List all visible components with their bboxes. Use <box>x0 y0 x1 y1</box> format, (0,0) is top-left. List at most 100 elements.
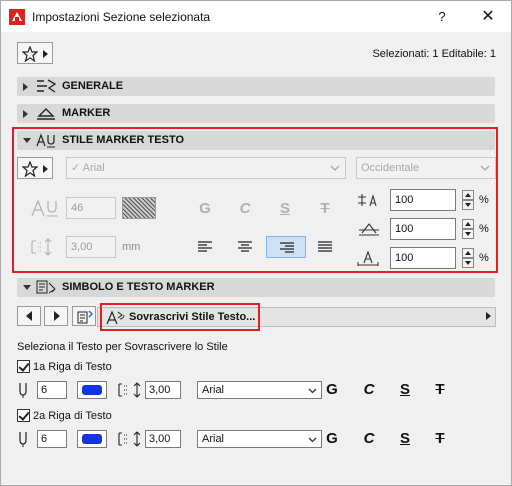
text-size-field[interactable]: 46 <box>66 197 116 219</box>
row1-spacing-field[interactable]: 3,00 <box>145 381 181 399</box>
section-symbol-marker-text[interactable]: SIMBOLO E TESTO MARKER <box>17 278 495 297</box>
symbol-text-icon <box>36 280 56 294</box>
chevron-down-icon <box>480 165 490 171</box>
section-marker-text-style[interactable]: STILE MARKER TESTO <box>17 131 495 150</box>
row1-bold-button[interactable]: G <box>322 381 342 398</box>
bold-button[interactable]: G <box>195 200 215 217</box>
line-spacing-icon <box>118 382 141 398</box>
stepper-up[interactable] <box>462 248 474 258</box>
text-style-favorites-button[interactable] <box>17 157 53 179</box>
text-list-icon <box>77 310 93 324</box>
pen-icon <box>19 383 27 398</box>
chevron-down-icon <box>308 388 317 394</box>
font-name: Arial <box>202 433 225 445</box>
row1-pen-field[interactable]: 6 <box>37 381 67 399</box>
row1-italic-button[interactable]: C <box>359 381 379 398</box>
row1-checkbox[interactable] <box>17 360 30 373</box>
row2-strikethrough-button[interactable]: T <box>430 430 450 447</box>
script-name: Occidentale <box>361 162 420 174</box>
chevron-down-icon <box>308 437 317 443</box>
window-title: Impostazioni Sezione selezionata <box>32 10 211 24</box>
align-center-icon <box>238 241 252 252</box>
text-width-icon <box>358 194 377 207</box>
help-button[interactable]: ? <box>431 7 453 27</box>
arrow-left-icon <box>26 311 32 321</box>
section-label: STILE MARKER TESTO <box>62 134 185 146</box>
selection-info: Selezionati: 1 Editabile: 1 <box>372 48 496 60</box>
row1-font-dropdown[interactable]: Arial <box>197 381 322 399</box>
row1-underline-button[interactable]: S <box>395 381 415 398</box>
stepper-up[interactable] <box>462 190 474 200</box>
text-list-button[interactable] <box>72 306 96 326</box>
row2-spacing-field[interactable]: 3,00 <box>145 430 181 448</box>
font-name: Arial <box>82 162 105 174</box>
section-label: MARKER <box>62 107 111 119</box>
strikethrough-button[interactable]: T <box>315 200 335 217</box>
align-right-button[interactable] <box>266 236 306 258</box>
favorites-arrow-icon <box>43 165 48 173</box>
stepper-up[interactable] <box>462 219 474 229</box>
expand-arrow-icon <box>23 83 28 91</box>
row2-bold-button[interactable]: G <box>322 430 342 447</box>
row2-label: 2a Riga di Testo <box>33 410 112 422</box>
spacing-unit-label: mm <box>122 241 141 253</box>
percent-label: % <box>479 194 489 206</box>
section-marker[interactable]: MARKER <box>17 104 495 123</box>
star-icon <box>22 161 38 177</box>
script-dropdown[interactable]: Occidentale <box>356 157 496 179</box>
text-size-icon <box>31 199 58 217</box>
text-pen-color-swatch[interactable] <box>122 197 156 219</box>
line-spacing-icon <box>31 238 52 256</box>
app-icon <box>9 9 25 25</box>
font-name: Arial <box>202 384 225 396</box>
text-style-icon <box>36 133 55 148</box>
spacing-percent-field[interactable]: 100 <box>390 218 456 240</box>
menu-arrow-icon <box>486 312 491 320</box>
height-stepper[interactable] <box>462 248 474 268</box>
general-settings-icon <box>37 79 57 93</box>
highlight-frame <box>100 303 260 331</box>
row2-pen-field[interactable]: 6 <box>37 430 67 448</box>
row2-pen-color-swatch[interactable] <box>77 430 107 448</box>
row2-italic-button[interactable]: C <box>359 430 379 447</box>
spacing-stepper[interactable] <box>462 219 474 239</box>
favorites-arrow-icon <box>43 50 48 58</box>
font-dropdown[interactable]: ✓ Arial <box>66 157 346 179</box>
close-button[interactable]: ✕ <box>475 6 501 28</box>
row2-underline-button[interactable]: S <box>395 430 415 447</box>
chevron-down-icon <box>330 165 340 171</box>
stepper-down[interactable] <box>462 258 474 268</box>
percent-label: % <box>479 252 489 264</box>
width-percent-field[interactable]: 100 <box>390 189 456 211</box>
row2-checkbox[interactable] <box>17 409 30 422</box>
star-icon <box>22 46 38 62</box>
italic-button[interactable]: C <box>235 200 255 217</box>
override-instruction: Seleziona il Testo per Sovrascrivere lo … <box>17 341 228 353</box>
check-icon: ✓ <box>71 162 81 174</box>
collapse-arrow-icon <box>23 285 31 290</box>
section-general[interactable]: GENERALE <box>17 77 495 96</box>
align-center-button[interactable] <box>225 236 265 258</box>
pen-color-chip <box>82 385 102 395</box>
section-label: GENERALE <box>62 80 124 92</box>
text-height-icon <box>357 250 379 266</box>
row1-strikethrough-button[interactable]: T <box>430 381 450 398</box>
stepper-down[interactable] <box>462 200 474 210</box>
width-stepper[interactable] <box>462 190 474 210</box>
expand-arrow-icon <box>23 110 28 118</box>
stepper-down[interactable] <box>462 229 474 239</box>
underline-button[interactable]: S <box>275 200 295 217</box>
row2-font-dropdown[interactable]: Arial <box>197 430 322 448</box>
row1-pen-color-swatch[interactable] <box>77 381 107 399</box>
next-button[interactable] <box>44 306 68 326</box>
line-spacing-field[interactable]: 3,00 <box>66 236 116 258</box>
title-bar: Impostazioni Sezione selezionata ? ✕ <box>0 0 512 32</box>
align-justify-icon <box>318 241 332 252</box>
height-percent-field[interactable]: 100 <box>390 247 456 269</box>
previous-button[interactable] <box>17 306 41 326</box>
marker-icon <box>37 108 55 120</box>
align-left-button[interactable] <box>185 236 225 258</box>
align-justify-button[interactable] <box>305 236 345 258</box>
pen-color-chip <box>82 434 102 444</box>
favorites-button[interactable] <box>17 42 53 64</box>
